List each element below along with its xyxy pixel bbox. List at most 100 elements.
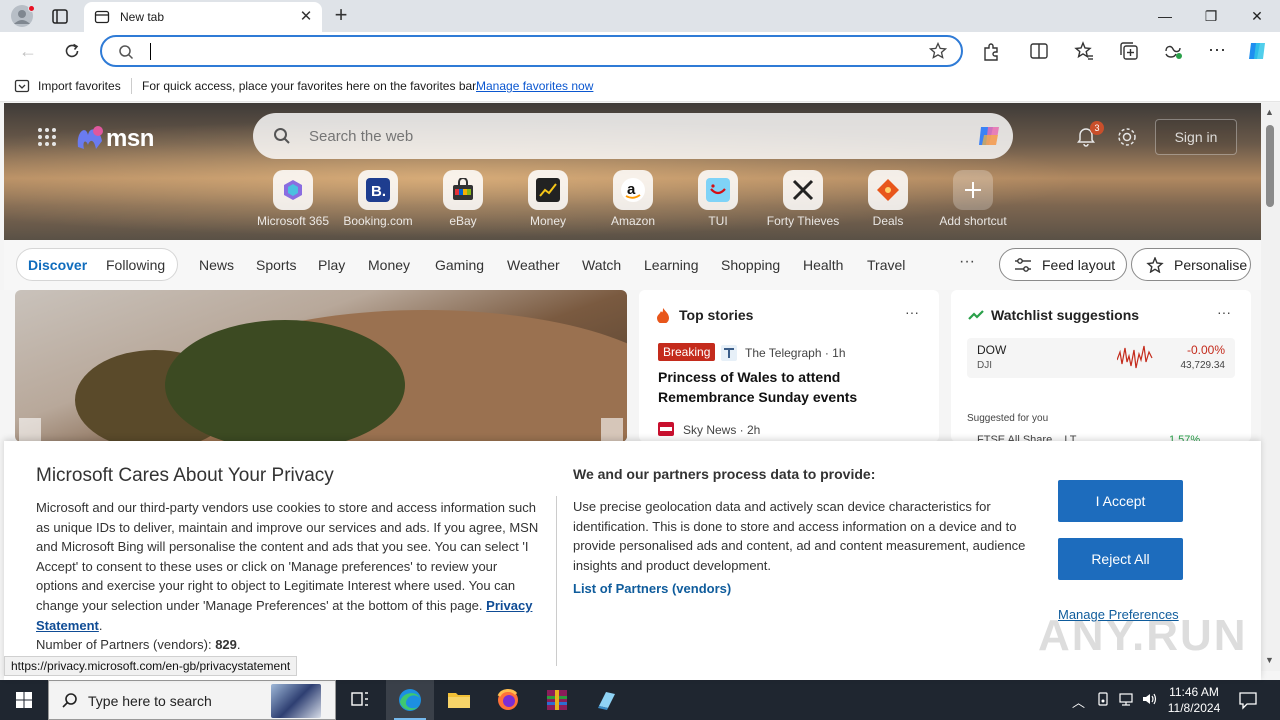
privacy-divider (556, 496, 557, 666)
address-input[interactable] (148, 41, 908, 61)
import-favorites-button[interactable]: Import favorites (38, 79, 121, 93)
nav-more-button[interactable]: ··· (959, 253, 975, 271)
back-button[interactable]: ← (14, 37, 42, 65)
shortcut-money[interactable]: Money (508, 170, 588, 232)
hero-article-image[interactable] (15, 290, 627, 442)
scroll-down-arrow-icon[interactable]: ▼ (1265, 655, 1274, 665)
tray-device-icon[interactable] (1096, 692, 1110, 709)
sign-in-button[interactable]: Sign in (1155, 119, 1237, 155)
taskbar-search-box[interactable]: Type here to search (48, 680, 336, 720)
favorites-icon[interactable] (1073, 40, 1095, 62)
shortcut-ebay[interactable]: eBay (423, 170, 503, 232)
nav-health[interactable]: Health (803, 257, 843, 273)
plus-icon (965, 182, 981, 198)
start-button[interactable] (0, 680, 48, 720)
watchlist-more-button[interactable]: ··· (1217, 304, 1231, 320)
nav-weather[interactable]: Weather (507, 257, 560, 273)
shortcut-add[interactable]: Add shortcut (933, 170, 1013, 232)
browser-essentials-icon[interactable] (1162, 40, 1184, 62)
carousel-next-button[interactable] (601, 418, 623, 442)
partners-count: 829 (215, 637, 237, 653)
taskbar-file-explorer[interactable] (435, 680, 483, 720)
nav-sports[interactable]: Sports (256, 257, 296, 273)
flame-icon (657, 308, 669, 323)
address-bar[interactable] (100, 35, 963, 67)
extensions-icon[interactable] (980, 40, 1002, 62)
accept-button[interactable]: I Accept (1058, 480, 1183, 522)
tab-discover[interactable]: Discover (28, 257, 87, 273)
msn-search-input[interactable] (309, 125, 929, 147)
period: . (98, 617, 103, 633)
refresh-button[interactable] (58, 37, 86, 65)
tab-new-tab[interactable]: New tab ✕ (84, 2, 322, 32)
nav-watch[interactable]: Watch (582, 257, 621, 273)
page-scrollbar[interactable]: ▲ ▼ (1261, 103, 1280, 671)
image-tree (165, 320, 405, 442)
shortcut-amazon[interactable]: a Amazon (593, 170, 673, 232)
shortcut-forty-thieves[interactable]: Forty Thieves (763, 170, 843, 232)
nav-travel[interactable]: Travel (867, 257, 905, 273)
nav-gaming[interactable]: Gaming (435, 257, 484, 273)
tab-close-icon[interactable]: ✕ (296, 7, 316, 27)
taskbar-search-placeholder: Type here to search (88, 693, 212, 709)
manage-favorites-link[interactable]: Manage favorites now (476, 79, 593, 93)
taskbar-firefox[interactable] (484, 680, 532, 720)
tray-chevron-up-icon[interactable]: ︿ (1072, 692, 1085, 711)
import-icon[interactable] (14, 78, 30, 94)
nav-play[interactable]: Play (318, 257, 345, 273)
favorite-star-icon[interactable] (928, 41, 948, 60)
task-view-button[interactable] (336, 680, 384, 720)
taskbar-edge[interactable] (386, 680, 434, 720)
copilot-icon[interactable] (1246, 39, 1270, 63)
list-of-partners-link[interactable]: List of Partners (vendors) (573, 581, 731, 596)
shortcut-deals[interactable]: Deals (848, 170, 928, 232)
nav-news[interactable]: News (199, 257, 234, 273)
manage-preferences-link[interactable]: Manage Preferences (1058, 607, 1179, 622)
privacy-body-text: Microsoft and our third-party vendors us… (36, 500, 539, 613)
tab-following[interactable]: Following (106, 257, 165, 273)
carousel-prev-button[interactable] (19, 418, 41, 442)
stock-row[interactable]: DOW DJI -0.00% 43,729.34 (967, 338, 1235, 378)
task-view-icon (351, 692, 368, 706)
split-screen-icon[interactable] (1028, 40, 1050, 62)
personalise-button[interactable]: Personalise (1131, 248, 1251, 281)
nav-learning[interactable]: Learning (644, 257, 699, 273)
collections-icon[interactable] (1118, 40, 1140, 62)
shortcut-booking[interactable]: B. Booking.com (338, 170, 418, 232)
nav-money[interactable]: Money (368, 257, 410, 273)
taskbar-clock[interactable]: 11:46 AM 11/8/2024 (1166, 684, 1222, 716)
story-headline[interactable]: Princess of Wales to attend Remembrance … (658, 367, 918, 407)
top-stories-more-button[interactable]: ··· (905, 304, 919, 320)
notification-count-badge: 3 (1090, 121, 1104, 135)
taskbar-winrar[interactable] (533, 680, 581, 720)
scrollbar-thumb[interactable] (1266, 125, 1274, 207)
copilot-icon[interactable] (975, 121, 1005, 151)
shortcut-tui[interactable]: TUI (678, 170, 758, 232)
money-icon (536, 178, 560, 202)
reject-all-button[interactable]: Reject All (1058, 538, 1183, 580)
edge-icon (399, 689, 421, 711)
firefox-icon (497, 689, 518, 710)
nav-shopping[interactable]: Shopping (721, 257, 780, 273)
new-tab-button[interactable]: + (328, 4, 354, 28)
shortcut-microsoft-365[interactable]: Microsoft 365 (253, 170, 333, 232)
gear-icon[interactable] (1116, 126, 1138, 148)
app-launcher-icon[interactable] (37, 127, 57, 147)
msn-search-box[interactable] (253, 113, 1013, 159)
settings-more-icon[interactable]: ··· (1206, 40, 1228, 62)
network-icon[interactable] (1118, 692, 1134, 709)
volume-icon[interactable] (1142, 692, 1158, 709)
notification-center-icon[interactable] (1238, 690, 1258, 710)
feed-layout-button[interactable]: Feed layout (999, 248, 1127, 281)
search-icon (118, 44, 134, 60)
tab-actions-icon[interactable] (46, 6, 74, 28)
taskbar-app-notepad[interactable] (582, 680, 630, 720)
minimize-button[interactable]: — (1142, 0, 1188, 32)
status-bar-url: https://privacy.microsoft.com/en-gb/priv… (4, 656, 298, 676)
profile-avatar-icon[interactable] (10, 4, 35, 28)
close-window-button[interactable]: ✕ (1234, 0, 1280, 32)
scroll-up-arrow-icon[interactable]: ▲ (1265, 107, 1274, 117)
search-icon (273, 127, 291, 145)
restore-button[interactable]: ❐ (1188, 0, 1234, 32)
sparkline-icon (1117, 345, 1153, 369)
